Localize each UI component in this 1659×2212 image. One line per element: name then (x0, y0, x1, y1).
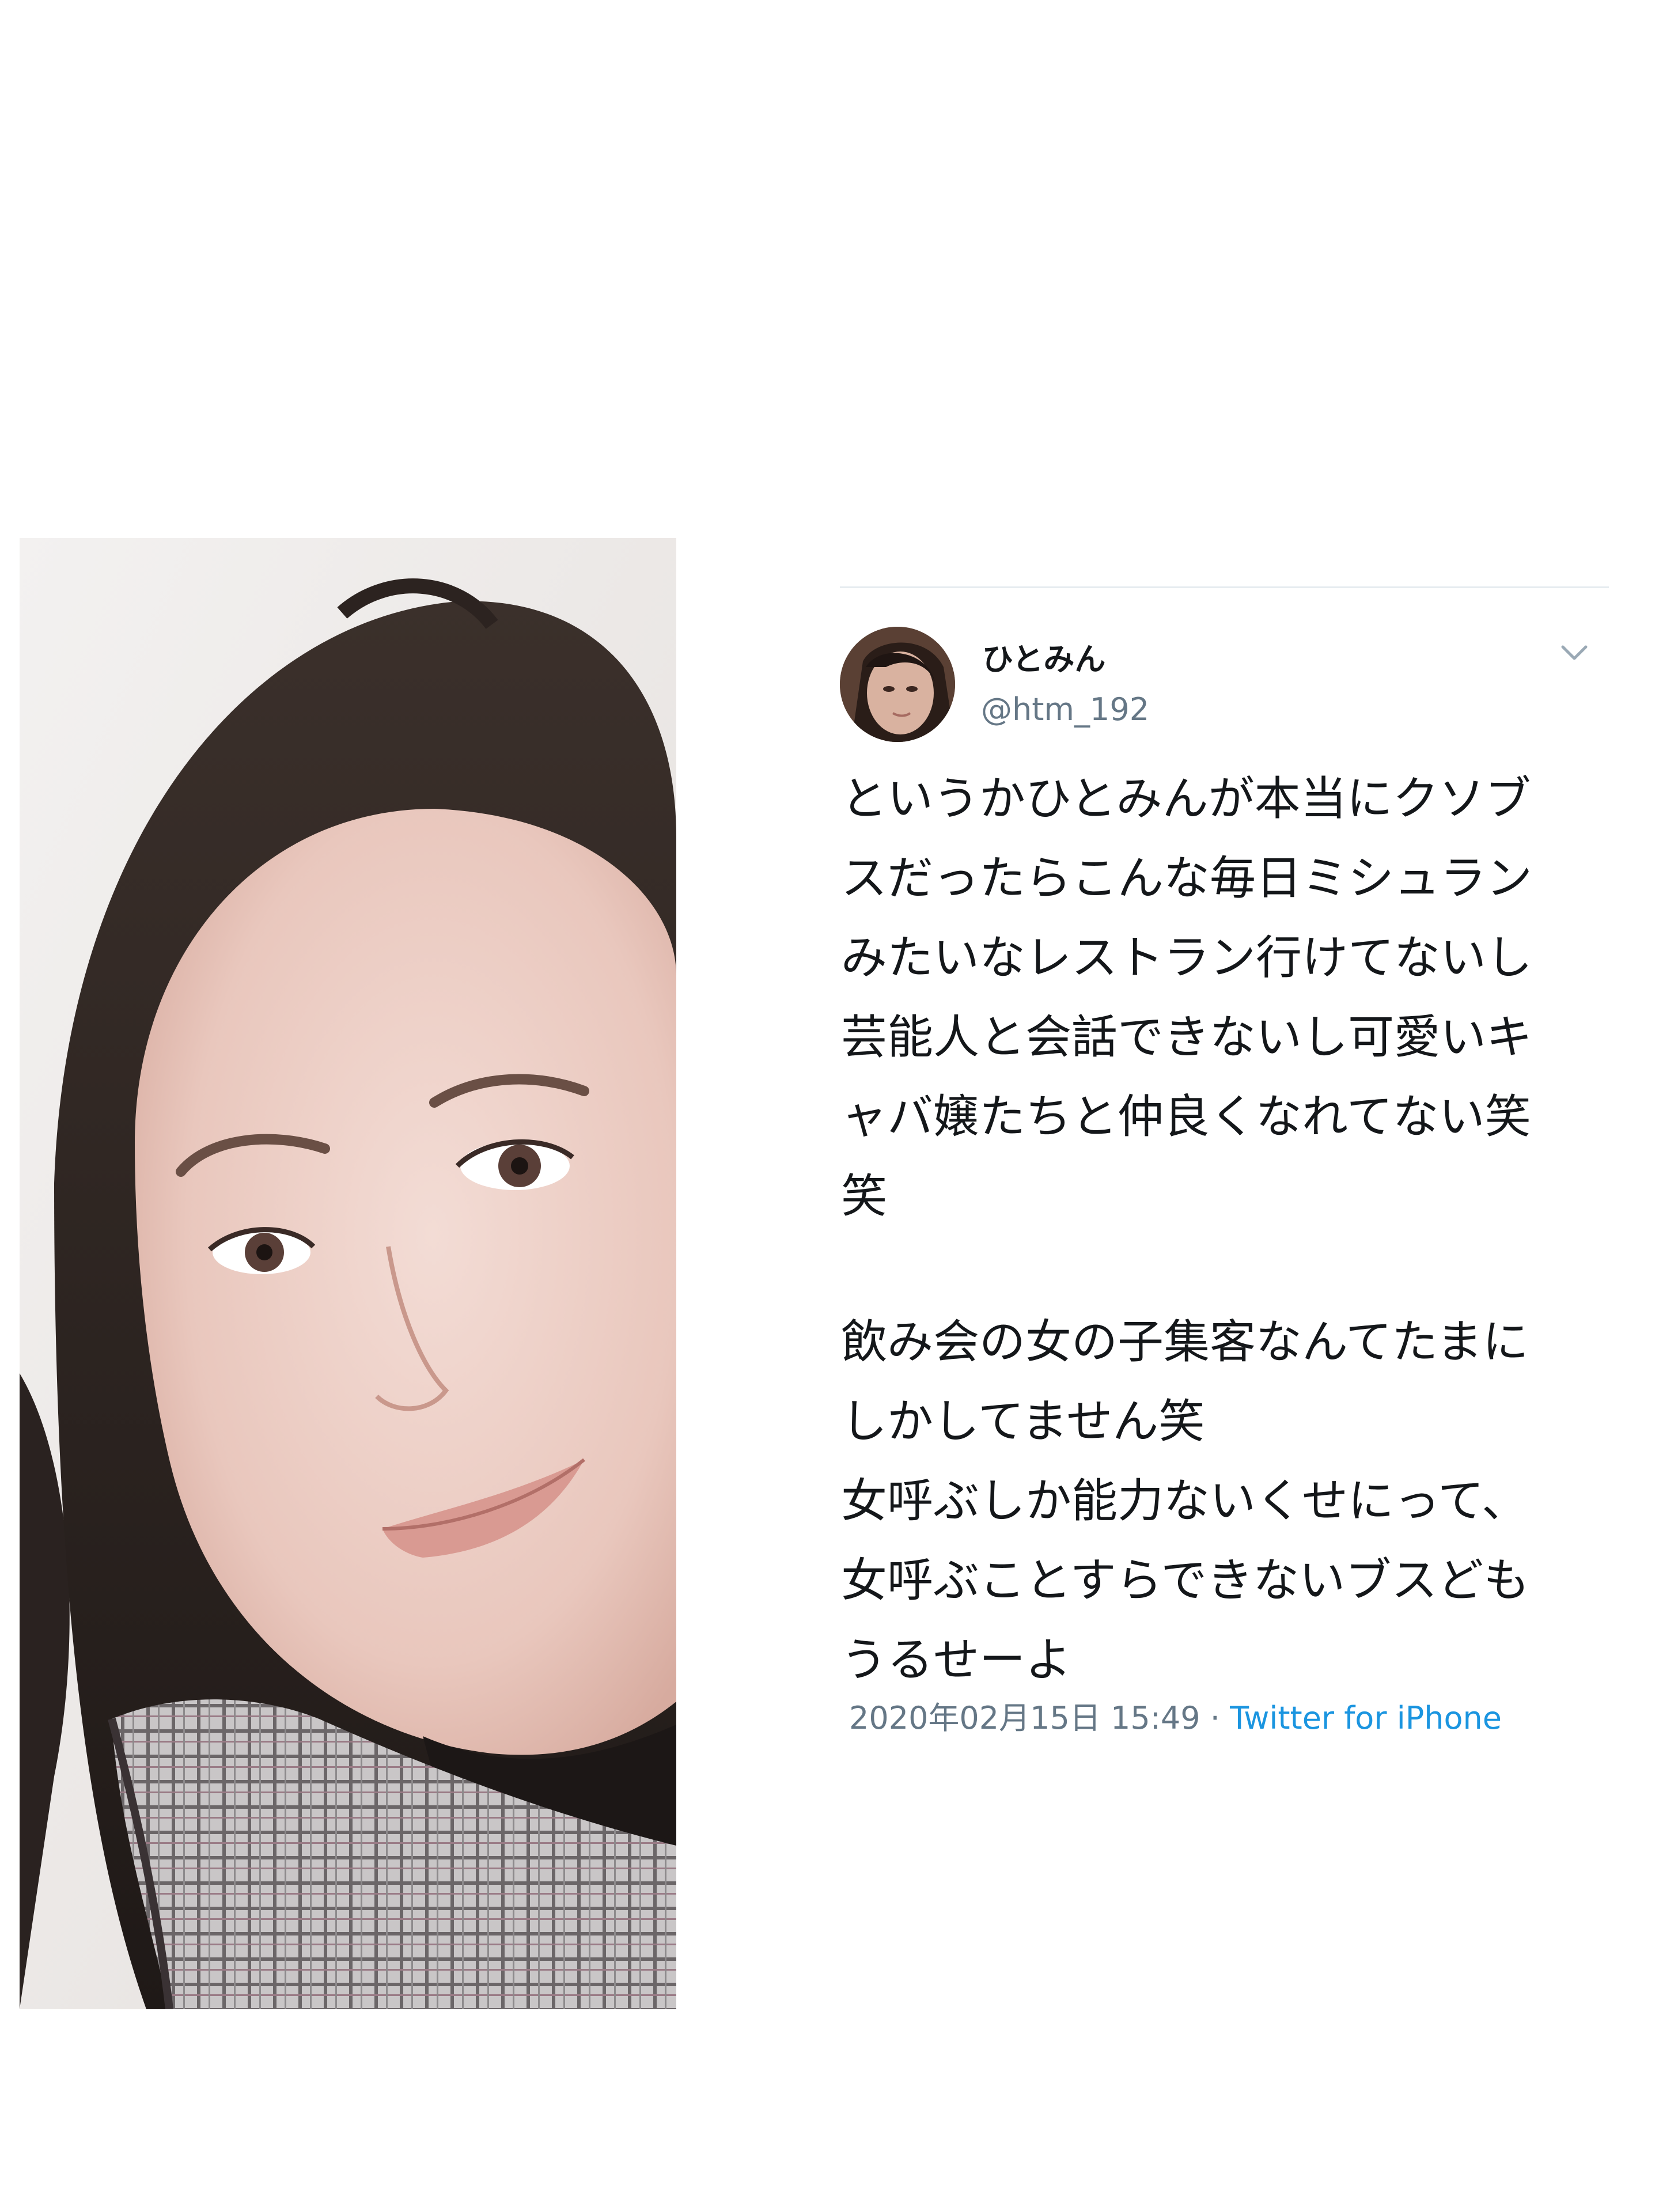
tweet-text-line: というかひとみんが本当にクソブ (841, 772, 1531, 825)
display-name[interactable]: ひとみん (982, 634, 1105, 679)
tweet-text: というかひとみんが本当にクソブ スだったらこんな毎日ミシュラン みたいなレストラ… (841, 759, 1607, 1700)
tweet-text-line: うるせーよ (841, 1633, 1071, 1687)
tweet-meta: 2020年02月15日 15:49 · Twitter for iPhone (849, 1692, 1502, 1738)
tweet-text-line: スだったらこんな毎日ミシュラン (841, 851, 1532, 905)
tweet-text-line: 笑 (841, 1169, 887, 1223)
divider (840, 586, 1609, 588)
tweet-text-line: 女呼ぶことすらできないブスども (841, 1554, 1530, 1607)
username-handle[interactable]: @htm_192 (981, 691, 1149, 728)
tweet-text-line: ャバ嬢たちと仲良くなれてない笑 (841, 1090, 1531, 1143)
tweet-card: ひとみん @htm_192 というかひとみんが本当にクソブ スだったらこんな毎日… (840, 586, 1609, 1773)
selfie-photo (20, 538, 676, 2009)
timestamp[interactable]: 2020年02月15日 15:49 (849, 1700, 1200, 1736)
tweet-text-line: 飲み会の女の子集客なんてたまに (841, 1315, 1529, 1369)
chevron-down-icon[interactable] (1558, 641, 1590, 664)
tweet-text-line: しかしてません笑 (841, 1395, 1205, 1448)
tweet-text-line: みたいなレストラン行けてないし (841, 931, 1532, 984)
tweet-text-line: 芸能人と会話できないし可愛いキ (841, 1010, 1532, 1064)
avatar[interactable] (840, 627, 955, 742)
tweet-text-line: 女呼ぶしか能力ないくせにって、 (841, 1474, 1528, 1528)
selfie-image (20, 538, 676, 2009)
source-link[interactable]: Twitter for iPhone (1230, 1700, 1502, 1736)
meta-separator: · (1200, 1700, 1230, 1736)
avatar-image (840, 627, 955, 742)
